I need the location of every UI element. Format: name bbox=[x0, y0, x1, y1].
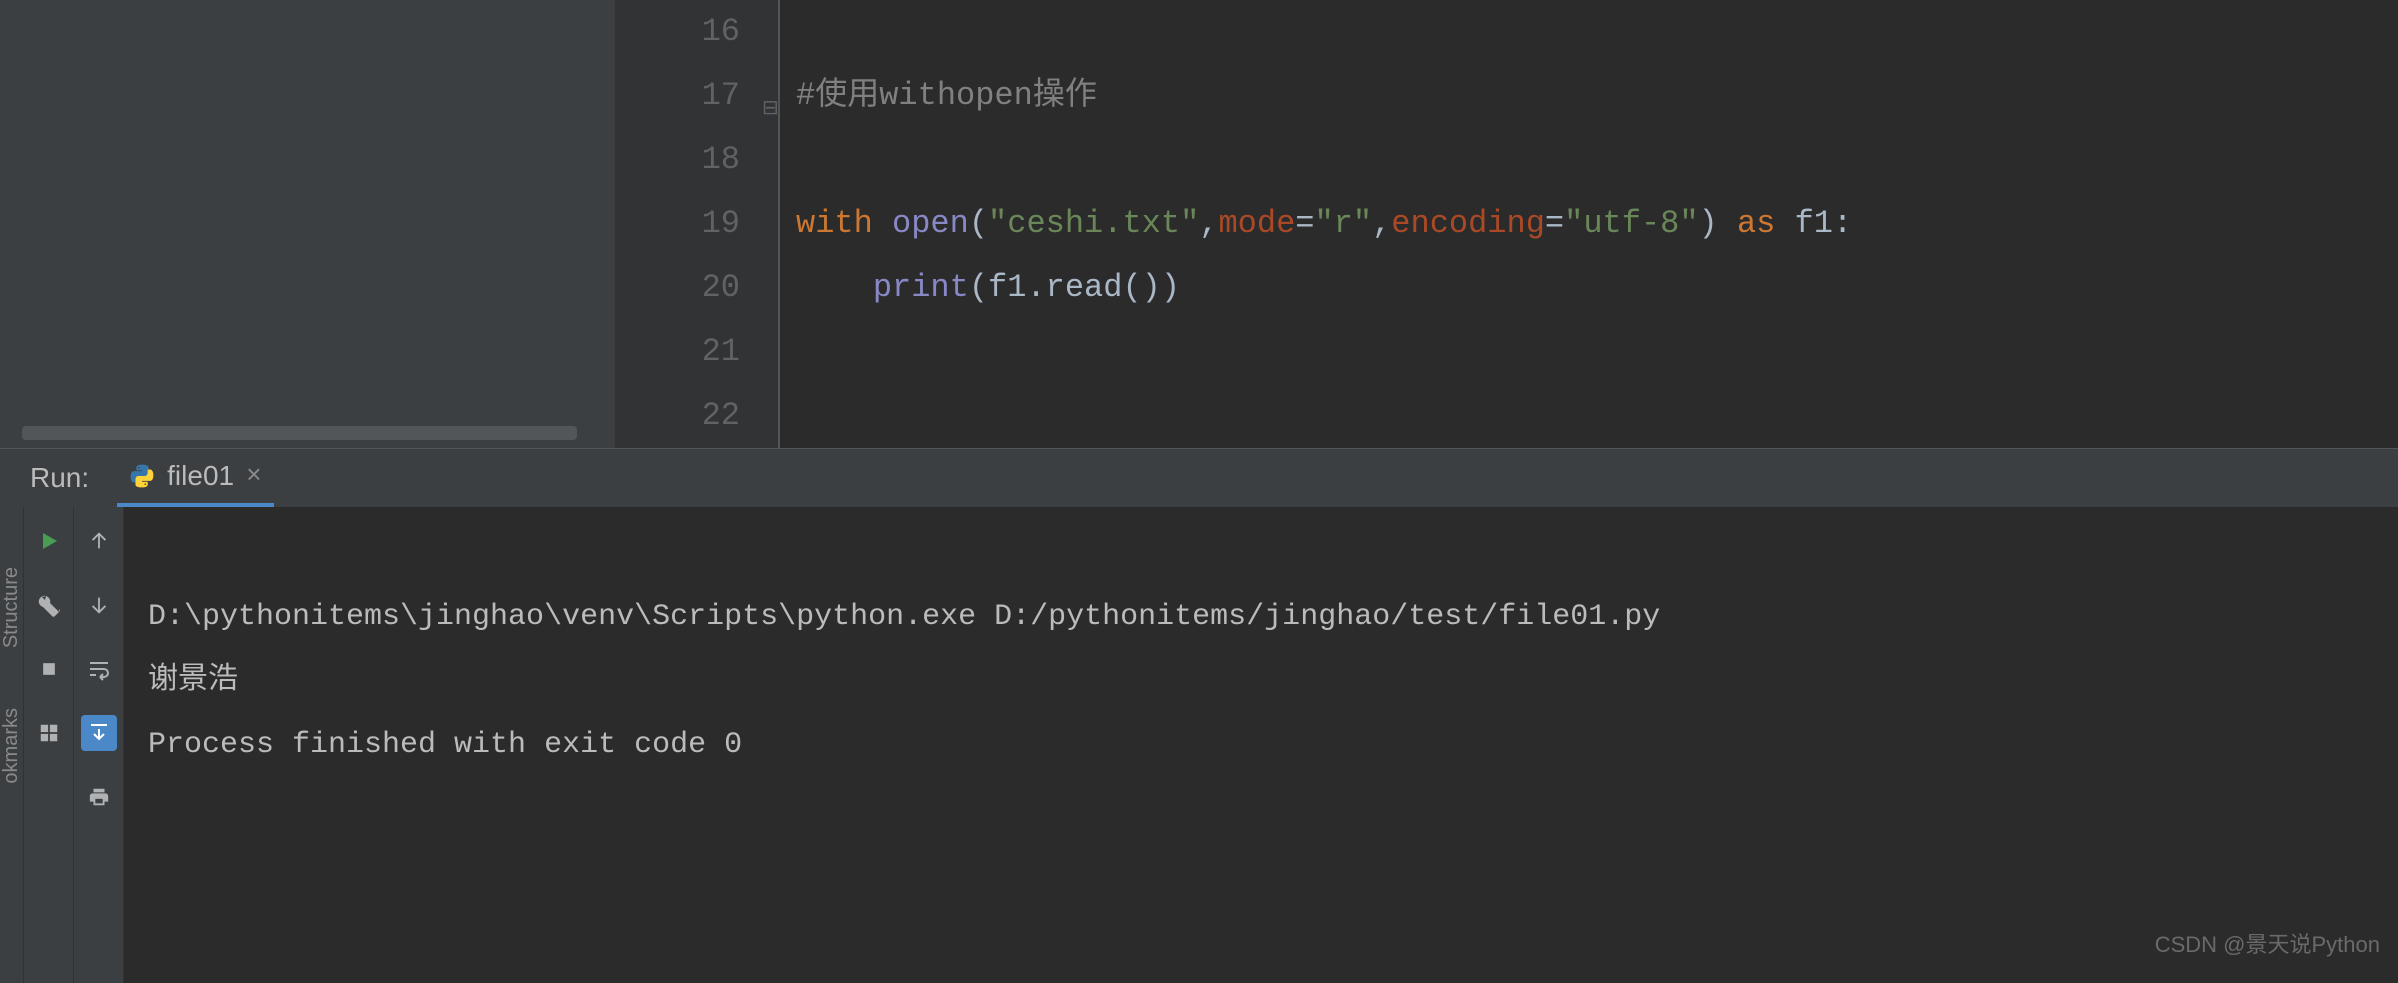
editor-area[interactable]: 16 17 18 19 20 21 22 ⊟ #使用withopen操作 wit… bbox=[615, 0, 2398, 448]
run-tab-name: file01 bbox=[167, 460, 234, 492]
code-area[interactable]: ⊟ #使用withopen操作 with open("ceshi.txt",mo… bbox=[780, 0, 2398, 448]
print-icon[interactable] bbox=[81, 779, 117, 815]
run-panel: Run: file01 × Structure okmarks bbox=[0, 448, 2398, 983]
line-number: 22 bbox=[615, 384, 740, 448]
console-line: 谢景浩 bbox=[148, 649, 2374, 713]
console-output[interactable]: D:\pythonitems\jinghao\venv\Scripts\pyth… bbox=[124, 507, 2398, 983]
project-scrollbar[interactable] bbox=[22, 426, 577, 440]
comment-text: #使用withopen操作 bbox=[796, 77, 1097, 114]
soft-wrap-icon[interactable] bbox=[81, 651, 117, 687]
watermark-text: CSDN @景天说Python bbox=[2155, 913, 2380, 977]
code-line bbox=[796, 128, 2398, 192]
layout-button[interactable] bbox=[31, 715, 67, 751]
structure-tab[interactable]: Structure bbox=[0, 567, 23, 648]
code-line: #使用withopen操作 bbox=[796, 64, 2398, 128]
gutter: 16 17 18 19 20 21 22 bbox=[615, 0, 780, 448]
run-label: Run: bbox=[30, 462, 89, 494]
code-line bbox=[796, 320, 2398, 384]
line-number: 20 bbox=[615, 256, 740, 320]
up-arrow-icon[interactable] bbox=[81, 523, 117, 559]
run-toolbar-col1 bbox=[24, 507, 74, 983]
down-arrow-icon[interactable] bbox=[81, 587, 117, 623]
rerun-button[interactable] bbox=[31, 523, 67, 559]
run-toolbar-col2 bbox=[74, 507, 124, 983]
run-tab[interactable]: file01 × bbox=[117, 449, 274, 507]
close-icon[interactable]: × bbox=[246, 461, 262, 491]
line-number: 18 bbox=[615, 128, 740, 192]
fold-marker-icon[interactable]: ⊟ bbox=[762, 78, 780, 96]
wrench-icon[interactable] bbox=[31, 587, 67, 623]
code-line: print(f1.read()) bbox=[796, 256, 2398, 320]
line-number: 21 bbox=[615, 320, 740, 384]
console-line: D:\pythonitems\jinghao\venv\Scripts\pyth… bbox=[148, 585, 2374, 649]
console-line: Process finished with exit code 0 bbox=[148, 713, 2374, 777]
line-number: 17 bbox=[615, 64, 740, 128]
line-number: 19 bbox=[615, 192, 740, 256]
python-icon bbox=[129, 463, 155, 489]
code-line: with open("ceshi.txt",mode="r",encoding=… bbox=[796, 192, 2398, 256]
run-body: Structure okmarks bbox=[0, 507, 2398, 983]
line-number: 16 bbox=[615, 0, 740, 64]
scroll-to-end-icon[interactable] bbox=[81, 715, 117, 751]
project-panel bbox=[0, 0, 615, 448]
bookmarks-tab[interactable]: okmarks bbox=[0, 708, 23, 784]
stop-button[interactable] bbox=[31, 651, 67, 687]
left-side-strip: Structure okmarks bbox=[0, 507, 24, 983]
code-line bbox=[796, 0, 2398, 64]
code-line bbox=[796, 384, 2398, 448]
run-tabs-bar: Run: file01 × bbox=[0, 449, 2398, 507]
editor-top-area: 16 17 18 19 20 21 22 ⊟ #使用withopen操作 wit… bbox=[0, 0, 2398, 448]
